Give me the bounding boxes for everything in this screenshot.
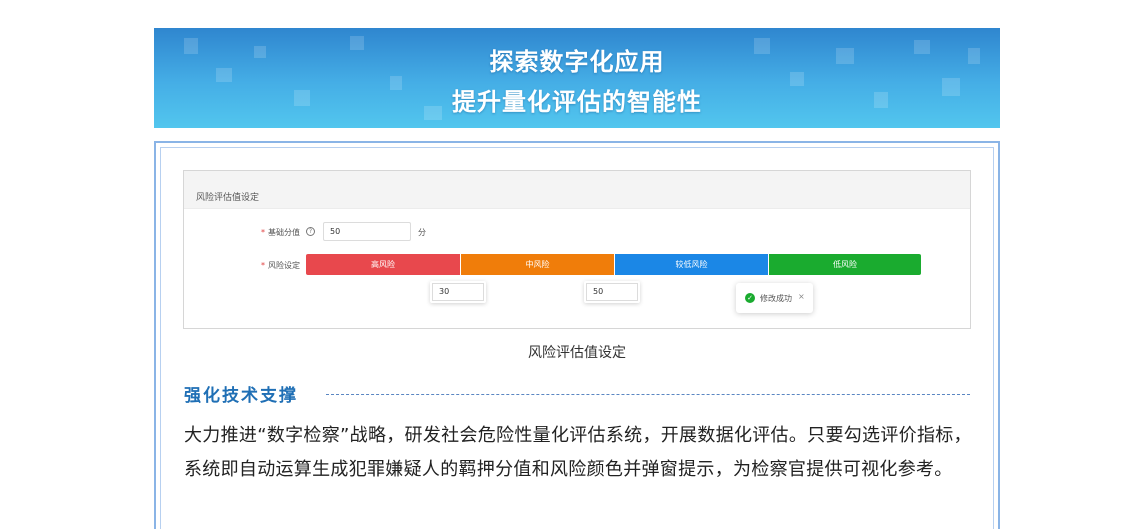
score-unit: 分	[418, 228, 426, 237]
close-icon[interactable]: ×	[798, 292, 805, 301]
section-divider	[326, 394, 970, 395]
threshold-popover: 30	[430, 281, 486, 303]
risk-segment-lower[interactable]: 较低风险	[615, 254, 768, 275]
base-score-input[interactable]: 50	[323, 222, 411, 241]
required-mark: *	[261, 228, 265, 237]
check-circle-icon: ✓	[745, 293, 755, 303]
banner-title-line1: 探索数字化应用	[489, 48, 665, 76]
threshold-input-2[interactable]: 50	[586, 283, 638, 301]
section-paragraph: 大力推进“数字检察”战略，研发社会危险性量化评估系统，开展数据化评估。只要勾选评…	[184, 425, 972, 480]
risk-settings-screenshot: 风险评估值设定 * 基础分值 ? 50 分 * 风险设定 高风险 中风险 较低风险 …	[183, 170, 971, 329]
header-banner: 探索数字化应用 提升量化评估的智能性	[154, 28, 1000, 128]
risk-segment-high[interactable]: 高风险	[306, 254, 460, 275]
risk-setting-label: * 风险设定	[261, 261, 300, 270]
section-title: 强化技术支撑	[184, 386, 298, 406]
risk-segment-medium[interactable]: 中风险	[461, 254, 614, 275]
base-score-label: * 基础分值	[261, 228, 300, 237]
banner-title-line2: 提升量化评估的智能性	[452, 88, 702, 116]
risk-segment-low[interactable]: 低风险	[769, 254, 921, 275]
image-caption: 风险评估值设定	[528, 345, 626, 361]
success-toast: ✓ 修改成功 ×	[736, 283, 813, 313]
help-icon[interactable]: ?	[306, 227, 315, 236]
threshold-popover: 50	[584, 281, 640, 303]
panel-header: 风险评估值设定	[184, 171, 970, 209]
toast-message: 修改成功	[760, 294, 792, 303]
threshold-input-1[interactable]: 30	[432, 283, 484, 301]
required-mark: *	[261, 261, 265, 270]
panel-title: 风险评估值设定	[196, 193, 260, 203]
